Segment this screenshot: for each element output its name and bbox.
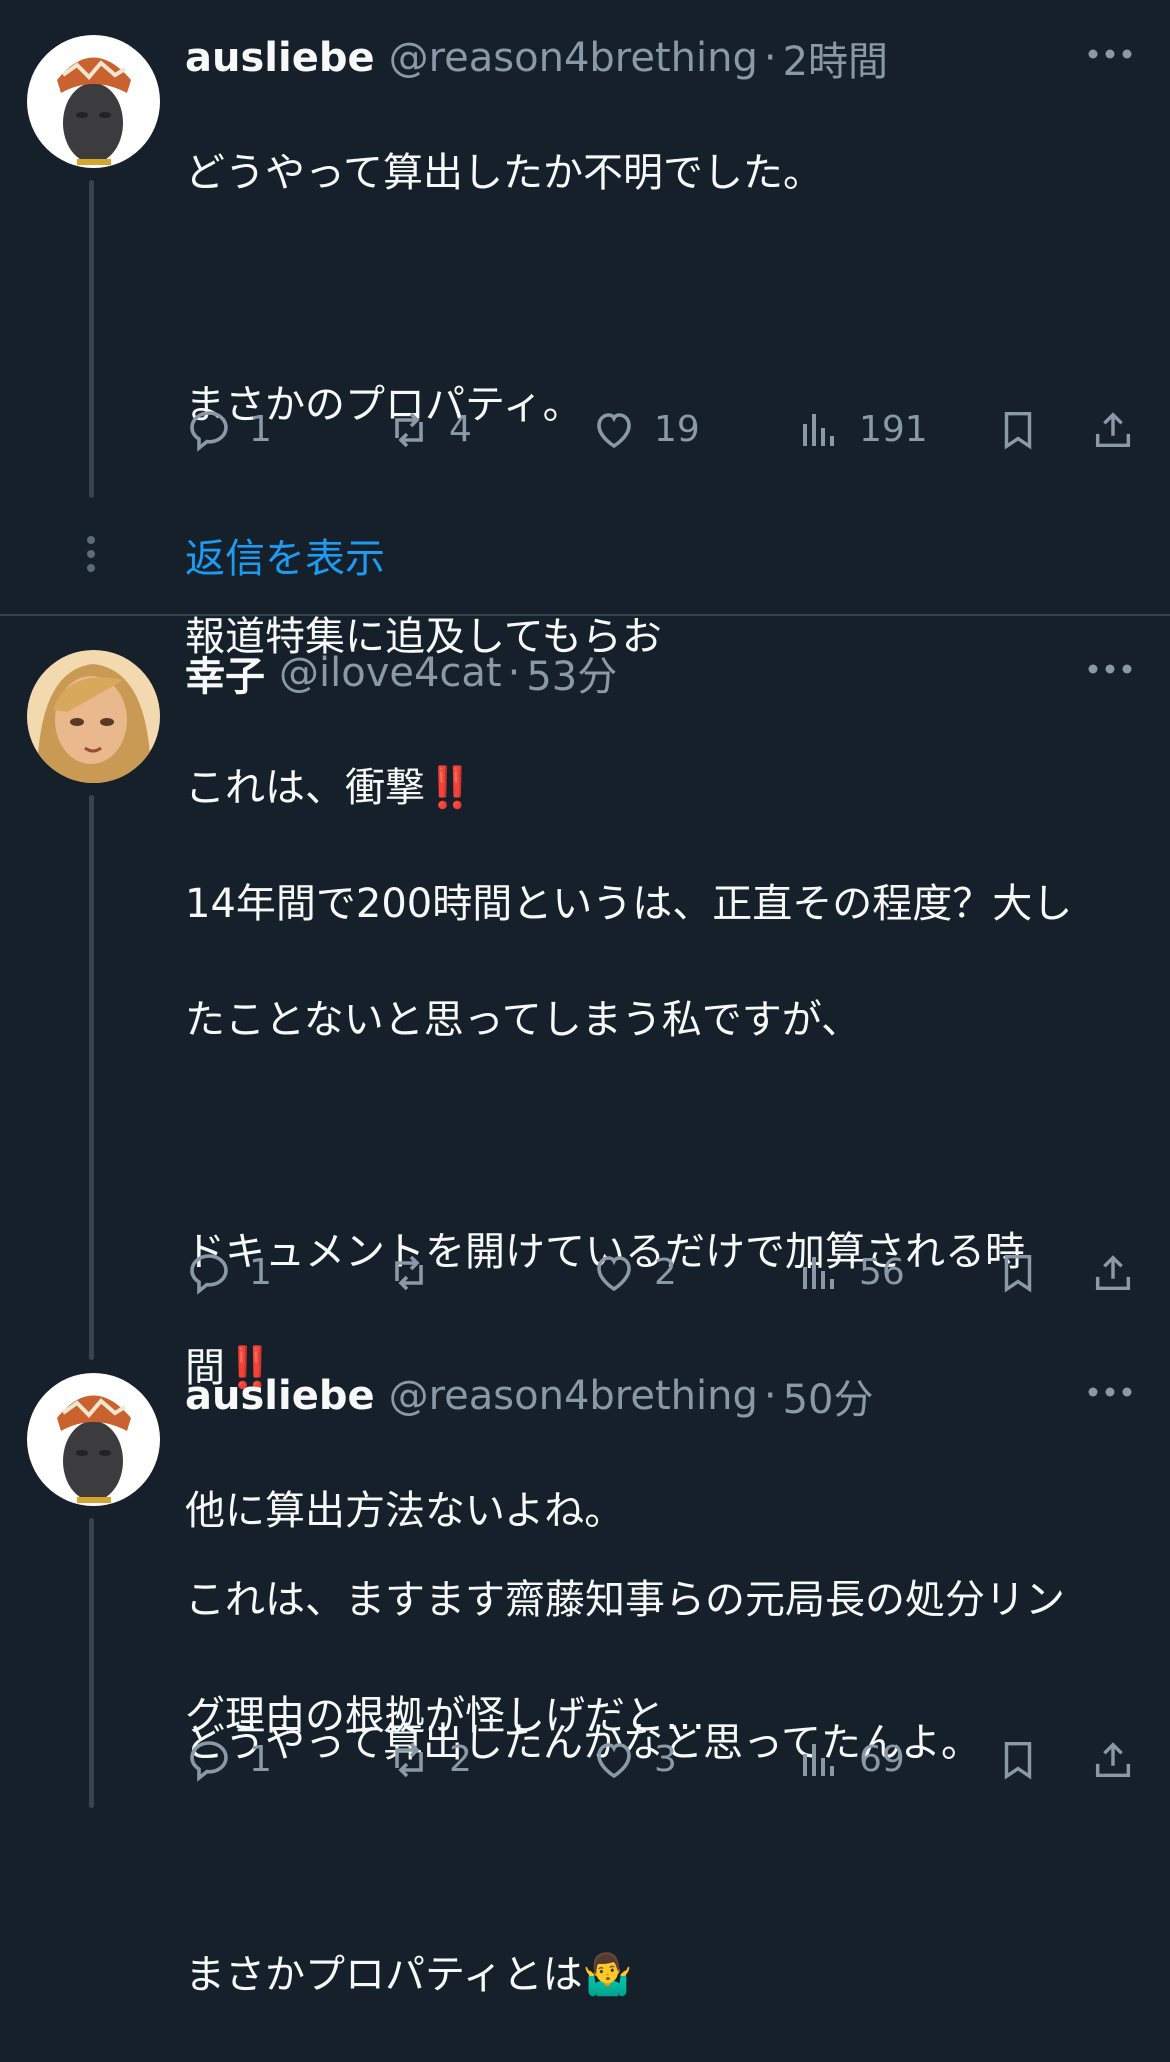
timestamp[interactable]: 53分	[526, 644, 617, 702]
reply-button[interactable]: 1	[185, 1730, 272, 1790]
share-icon[interactable]	[1090, 400, 1136, 460]
repost-count: 4	[449, 409, 472, 450]
reply-icon	[190, 1254, 228, 1295]
views-chart-icon	[803, 1257, 834, 1289]
more-options-icon[interactable]	[1080, 1372, 1140, 1412]
reply-count: 1	[249, 1739, 272, 1780]
post-header: ausliebe @reason4brething · 50分	[185, 1368, 873, 1424]
like-button[interactable]: 2	[590, 1243, 677, 1303]
like-count: 3	[654, 1739, 677, 1780]
share-icon[interactable]	[1090, 1730, 1136, 1790]
reply-count: 1	[249, 1252, 272, 1293]
repost-count: 2	[449, 1739, 472, 1780]
avatar-headwrap-figure-icon	[27, 1373, 160, 1506]
more-options-icon[interactable]	[1080, 649, 1140, 689]
view-count: 69	[859, 1739, 905, 1780]
repost-button[interactable]	[385, 1243, 449, 1303]
bookmark-icon[interactable]	[995, 1730, 1041, 1790]
post-text-segment: これは、衝撃	[185, 765, 425, 811]
more-options-icon[interactable]	[1080, 34, 1140, 74]
display-name[interactable]: ausliebe	[185, 1373, 375, 1419]
view-count: 56	[859, 1252, 905, 1293]
bookmark-icon[interactable]	[995, 400, 1041, 460]
post-1[interactable]: ausliebe @reason4brething · 2時間 どうやって算出し…	[185, 30, 1150, 660]
double-exclamation-emoji: ‼️	[425, 765, 475, 811]
post-text-segment: まさかプロパティとは	[185, 1952, 583, 1998]
like-count: 2	[654, 1252, 677, 1293]
avatar-anime-woman-icon	[27, 650, 160, 783]
repost-icon	[395, 412, 423, 448]
like-count: 19	[654, 409, 700, 450]
post-header: ausliebe @reason4brething · 2時間	[185, 30, 888, 86]
reply-icon	[190, 1741, 228, 1782]
post-text-line: まさかプロパティとは🤷‍♂️	[185, 1946, 1125, 2004]
post-text-line: 14年間で200時間というは、正直その程度？大し	[185, 881, 1073, 927]
thread-line-1	[89, 180, 94, 498]
post-header: 幸子 @ilove4cat · 53分	[185, 645, 617, 701]
display-name[interactable]: ausliebe	[185, 35, 375, 81]
reply-button[interactable]: 1	[185, 1243, 272, 1303]
heart-icon	[597, 1256, 631, 1292]
thread-line-2	[89, 795, 94, 1360]
views-button[interactable]: 56	[795, 1243, 905, 1303]
user-handle[interactable]: @ilove4cat	[279, 650, 502, 696]
timestamp[interactable]: 2時間	[783, 29, 888, 87]
bookmark-icon[interactable]	[995, 1243, 1041, 1303]
separator-dot: ·	[507, 650, 521, 696]
action-bar: 1 2 3 69	[185, 1730, 1135, 1790]
thread-line-3	[89, 1518, 94, 1808]
post-text-line: 他に算出方法ないよね。	[185, 1488, 625, 1534]
heart-icon	[597, 1743, 631, 1779]
repost-button[interactable]: 2	[385, 1730, 472, 1790]
person-shrugging-emoji: 🤷‍♂️	[582, 1952, 633, 1998]
user-handle[interactable]: @reason4brething	[389, 1373, 758, 1419]
share-icon[interactable]	[1090, 1243, 1136, 1303]
separator-dot: ·	[763, 35, 777, 81]
post-text-line: たことないと思ってしまう私ですが、	[185, 997, 861, 1043]
action-bar: 1 4 19 191	[185, 400, 1135, 460]
post-text-line: どうやって算出したか不明でした。	[185, 150, 823, 196]
views-button[interactable]: 69	[795, 1730, 905, 1790]
timestamp[interactable]: 50分	[783, 1367, 874, 1425]
post-2[interactable]: 幸子 @ilove4cat · 53分 これは、衝撃‼️ 14年間で200時間と…	[185, 645, 1150, 1739]
repost-icon	[395, 1255, 423, 1291]
like-button[interactable]: 3	[590, 1730, 677, 1790]
reply-count: 1	[249, 409, 272, 450]
post-text-line: これは、衝撃‼️	[185, 759, 1125, 817]
views-chart-icon	[803, 1744, 834, 1776]
post-3[interactable]: ausliebe @reason4brething · 50分 他に算出方法ない…	[185, 1368, 1150, 1998]
avatar[interactable]	[27, 35, 160, 168]
action-bar: 1 2 56	[185, 1243, 1135, 1303]
views-button[interactable]: 191	[795, 400, 928, 460]
like-button[interactable]: 19	[590, 400, 700, 460]
reply-button[interactable]: 1	[185, 400, 272, 460]
avatar[interactable]	[27, 1373, 160, 1506]
view-count: 191	[859, 409, 928, 450]
collapsed-thread-dots-icon	[86, 534, 96, 574]
reply-icon	[190, 411, 228, 452]
repost-icon	[395, 1742, 423, 1778]
repost-button[interactable]: 4	[385, 400, 472, 460]
user-handle[interactable]: @reason4brething	[389, 35, 758, 81]
avatar[interactable]	[27, 650, 160, 783]
separator-dot: ·	[763, 1373, 777, 1419]
views-chart-icon	[803, 414, 834, 446]
display-name[interactable]: 幸子	[185, 644, 265, 702]
heart-icon	[597, 413, 631, 449]
avatar-headwrap-figure-icon	[27, 35, 160, 168]
